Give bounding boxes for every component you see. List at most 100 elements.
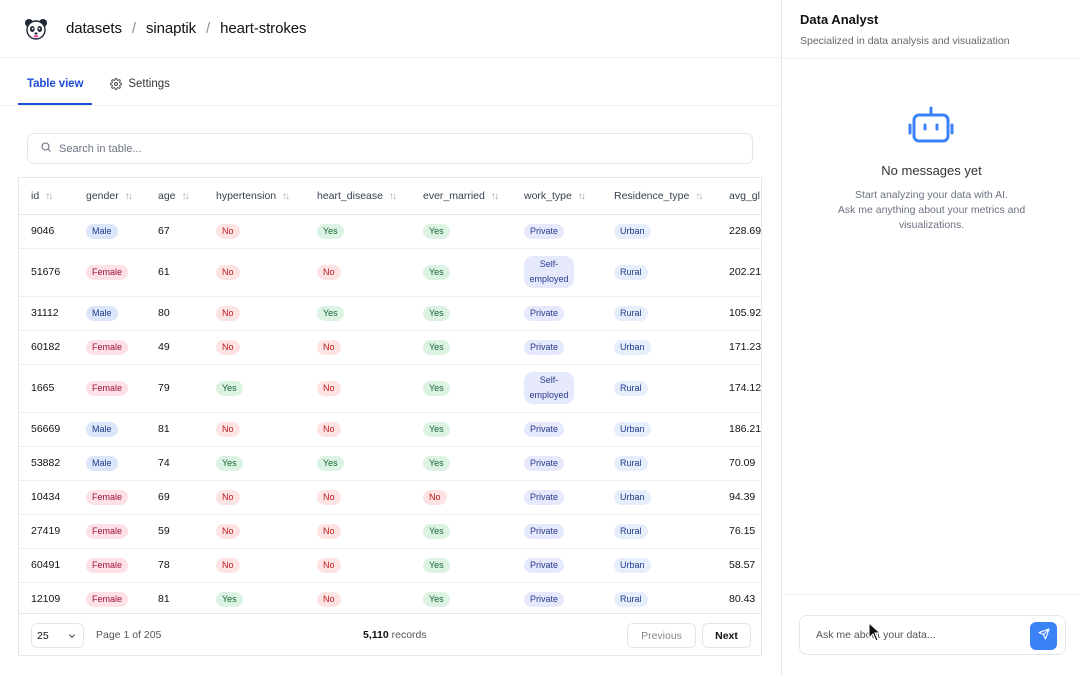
cell-id: 10434 [19, 480, 74, 515]
cell-id: 27419 [19, 514, 74, 549]
panel-divider [782, 58, 1080, 59]
cell-work-type: Self-employed [512, 248, 602, 297]
page-size-select[interactable]: 25 [31, 623, 84, 648]
cell-ever-married: Yes [411, 364, 512, 413]
work-type-badge: Self-employed [524, 372, 574, 404]
cell-ever-married: Yes [411, 548, 512, 583]
app-window: datasets / sinaptik / heart-strokes Tabl… [0, 0, 1080, 675]
yes-no-badge: No [216, 489, 240, 505]
cell-gender: Female [74, 248, 146, 297]
column-header-gender[interactable]: gender ↑↓ [74, 178, 146, 215]
gender-badge: Female [86, 380, 129, 396]
cell-id: 53882 [19, 446, 74, 481]
sort-icon[interactable]: ↑↓ [182, 191, 190, 202]
cell-residence: Rural [602, 582, 717, 613]
previous-button[interactable]: Previous [627, 623, 696, 648]
sort-icon[interactable]: ↑↓ [282, 191, 290, 202]
cell-age: 59 [146, 514, 204, 549]
column-header-work-type[interactable]: work_type ↑↓ [512, 178, 602, 215]
tab-table-view[interactable]: Table view [18, 78, 93, 105]
cell-residence: Urban [602, 412, 717, 447]
gender-badge: Female [86, 523, 129, 539]
cell-ever-married: Yes [411, 514, 512, 549]
sort-icon[interactable]: ↑↓ [125, 191, 133, 202]
cell-avg: 186.21 [717, 412, 761, 447]
cell-residence: Rural [602, 446, 717, 481]
residence-badge: Rural [614, 523, 648, 539]
table-row[interactable]: 12109 Female 81 Yes No Yes Private Rural 80.43 [19, 582, 761, 613]
cell-id: 1665 [19, 364, 74, 413]
empty-state-line: Ask me anything about your metrics and v… [837, 204, 1026, 231]
cell-gender: Male [74, 214, 146, 249]
sort-icon[interactable]: ↑↓ [491, 191, 499, 202]
yes-no-badge: No [317, 591, 341, 607]
column-header-avg[interactable]: avg_gl [717, 178, 761, 215]
yes-no-badge: No [216, 523, 240, 539]
yes-no-badge: No [216, 339, 240, 355]
cell-ever-married: No [411, 480, 512, 515]
gear-icon [110, 78, 123, 93]
table-row[interactable]: 60182 Female 49 No No Yes Private Urban 171.23 [19, 330, 761, 365]
yes-no-badge: Yes [423, 223, 450, 239]
sort-icon[interactable]: ↑↓ [389, 191, 397, 202]
breadcrumb-heart-strokes[interactable]: heart-strokes [220, 20, 306, 37]
column-header-hypertension[interactable]: hypertension ↑↓ [204, 178, 305, 215]
column-header-residence[interactable]: Residence_type ↑↓ [602, 178, 717, 215]
table-row[interactable]: 27419 Female 59 No No Yes Private Rural 76.15 [19, 514, 761, 549]
table-row[interactable]: 10434 Female 69 No No No Private Urban 94.39 [19, 480, 761, 515]
residence-badge: Urban [614, 557, 651, 573]
cell-work-type: Private [512, 480, 602, 515]
sort-icon[interactable]: ↑↓ [578, 191, 586, 202]
yes-no-badge: Yes [423, 591, 450, 607]
table-row[interactable]: 60491 Female 78 No No Yes Private Urban 58.57 [19, 548, 761, 583]
send-button[interactable] [1030, 622, 1057, 650]
column-header-age[interactable]: age ↑↓ [146, 178, 204, 215]
table-row[interactable]: 56669 Male 81 No No Yes Private Urban 186.21 [19, 412, 761, 447]
gender-badge: Male [86, 305, 118, 321]
cell-heart-disease: No [305, 582, 411, 613]
cell-heart-disease: Yes [305, 446, 411, 481]
cell-gender: Female [74, 582, 146, 613]
cell-hypertension: Yes [204, 582, 305, 613]
column-header-label: age [158, 189, 176, 202]
panel-subtitle: Specialized in data analysis and visuali… [800, 35, 1010, 47]
table-row[interactable]: 1665 Female 79 Yes No Yes Self-employed Rural 17… [19, 364, 761, 413]
gender-badge: Female [86, 339, 129, 355]
chat-input[interactable] [816, 629, 1016, 641]
column-header-label: id [31, 189, 40, 202]
residence-badge: Rural [614, 455, 648, 471]
table-row[interactable]: 51676 Female 61 No No Yes Self-employed Rural 20… [19, 248, 761, 297]
cell-avg: 202.21 [717, 248, 761, 297]
column-header-ever-married[interactable]: ever_married ↑↓ [411, 178, 512, 215]
tab-settings[interactable]: Settings [101, 78, 179, 105]
cell-id: 60182 [19, 330, 74, 365]
yes-no-badge: No [317, 489, 341, 505]
records-label: records [391, 629, 427, 641]
yes-no-badge: Yes [216, 591, 243, 607]
cell-work-type: Private [512, 296, 602, 331]
cell-age: 67 [146, 214, 204, 249]
column-header-heart-disease[interactable]: heart_disease ↑↓ [305, 178, 411, 215]
residence-badge: Urban [614, 223, 651, 239]
tab-divider [0, 105, 781, 106]
work-type-badge: Private [524, 489, 565, 505]
table-row[interactable]: 9046 Male 67 No Yes Yes Private Urban 228.69 [19, 214, 761, 249]
column-header-id[interactable]: id ↑↓ [19, 178, 74, 215]
panel-title: Data Analyst [800, 12, 879, 27]
yes-no-badge: Yes [423, 305, 450, 321]
yes-no-badge: Yes [423, 264, 450, 280]
table-row[interactable]: 53882 Male 74 Yes Yes Yes Private Rural 70.09 [19, 446, 761, 481]
breadcrumb-sinaptik[interactable]: sinaptik [146, 20, 196, 37]
panda-logo-icon[interactable] [24, 17, 48, 41]
cell-age: 49 [146, 330, 204, 365]
breadcrumb-datasets[interactable]: datasets [66, 20, 122, 37]
sort-icon[interactable]: ↑↓ [695, 191, 703, 202]
cell-avg: 80.43 [717, 582, 761, 613]
cell-id: 56669 [19, 412, 74, 447]
gender-badge: Female [86, 591, 129, 607]
table-row[interactable]: 31112 Male 80 No Yes Yes Private Rural 105.92 [19, 296, 761, 331]
search-input[interactable] [59, 142, 659, 155]
sort-icon[interactable]: ↑↓ [45, 191, 53, 202]
next-button[interactable]: Next [702, 623, 751, 648]
page-info: Page 1 of 205 [96, 629, 162, 641]
